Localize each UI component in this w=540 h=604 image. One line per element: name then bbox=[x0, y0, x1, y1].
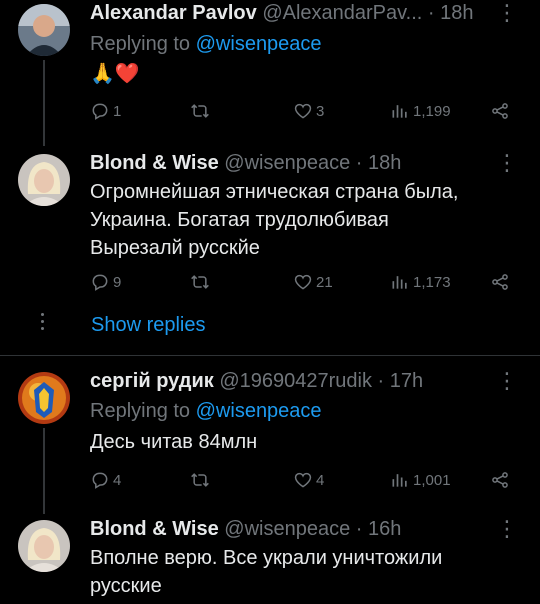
like-count: 3 bbox=[316, 102, 325, 120]
replying-to-link[interactable]: @wisenpeace bbox=[196, 33, 322, 55]
share-button[interactable] bbox=[490, 470, 510, 490]
replying-to: Replying to @wisenpeace bbox=[90, 31, 322, 57]
like-icon bbox=[294, 274, 312, 290]
tweet-1[interactable]: Alexandar Pavlov @AlexandarPav... · 18h … bbox=[0, 0, 540, 146]
replying-label: Replying to bbox=[90, 400, 191, 422]
tweet-header: Blond & Wise @wisenpeace · 18h bbox=[90, 150, 500, 176]
retweet-icon bbox=[191, 104, 209, 118]
reply-icon bbox=[92, 472, 108, 489]
share-button[interactable] bbox=[490, 272, 510, 292]
more-icon[interactable]: ⋮ bbox=[496, 152, 518, 174]
thread-line bbox=[43, 60, 45, 146]
author-name[interactable]: Blond & Wise bbox=[90, 518, 219, 540]
tweet-text-line: Украина. Богатая трудолюбивая bbox=[90, 209, 389, 231]
tweet-text: Огромнейшая этническая страна была, Укра… bbox=[90, 178, 500, 262]
retweet-button[interactable] bbox=[190, 272, 210, 292]
retweet-button[interactable] bbox=[190, 101, 210, 121]
retweet-icon bbox=[191, 275, 209, 289]
like-button[interactable]: 3 bbox=[293, 101, 324, 121]
action-bar: 4 4 1,001 bbox=[90, 470, 526, 496]
tweet-text-line: Вырезалй русскйе bbox=[90, 237, 260, 259]
thread-continuation-dots bbox=[41, 313, 45, 334]
retweet-icon bbox=[191, 473, 209, 487]
retweet-button[interactable] bbox=[190, 470, 210, 490]
timestamp[interactable]: · 16h bbox=[356, 518, 402, 540]
reply-icon bbox=[92, 103, 108, 120]
tweet-text-line: русские bbox=[90, 575, 162, 597]
author-handle[interactable]: @wisenpeace bbox=[224, 518, 350, 540]
tweet-text-line: Огромнейшая этническая страна была, bbox=[90, 181, 459, 203]
author-handle[interactable]: @wisenpeace bbox=[224, 152, 350, 174]
author-name[interactable]: Blond & Wise bbox=[90, 152, 219, 174]
views-count: 1,173 bbox=[413, 273, 451, 291]
tweet-text: 🙏❤️ bbox=[90, 63, 140, 85]
like-icon bbox=[294, 103, 312, 119]
author-handle[interactable]: @19690427rudik bbox=[219, 370, 372, 392]
tweet-header: сергій рудик @19690427rudik · 17h bbox=[90, 368, 500, 394]
avatar[interactable] bbox=[18, 520, 70, 572]
views-icon bbox=[392, 105, 407, 118]
views-count: 1,001 bbox=[413, 471, 451, 489]
like-count: 21 bbox=[316, 273, 333, 291]
replying-to: Replying to @wisenpeace bbox=[90, 398, 322, 424]
tweet-header: Blond & Wise @wisenpeace · 16h bbox=[90, 516, 500, 542]
replying-label: Replying to bbox=[90, 33, 191, 55]
author-name[interactable]: сергій рудик bbox=[90, 370, 214, 392]
like-button[interactable]: 21 bbox=[293, 272, 333, 292]
views-button[interactable]: 1,199 bbox=[390, 101, 451, 121]
show-replies-link[interactable]: Show replies bbox=[91, 314, 206, 337]
tweet-2[interactable]: Blond & Wise @wisenpeace · 18h ⋮ Огромне… bbox=[0, 148, 540, 308]
reply-button[interactable]: 1 bbox=[90, 101, 121, 121]
tweet-header: Alexandar Pavlov @AlexandarPav... · 18h bbox=[90, 0, 500, 26]
views-count: 1,199 bbox=[413, 102, 451, 120]
author-handle[interactable]: @AlexandarPav... bbox=[262, 2, 422, 24]
tweet-4[interactable]: Blond & Wise @wisenpeace · 16h ⋮ Вполне … bbox=[0, 516, 540, 604]
author-name[interactable]: Alexandar Pavlov bbox=[90, 2, 257, 24]
reply-count: 9 bbox=[113, 273, 122, 291]
more-icon[interactable]: ⋮ bbox=[496, 370, 518, 392]
like-button[interactable]: 4 bbox=[293, 470, 324, 490]
like-count: 4 bbox=[316, 471, 325, 489]
more-icon[interactable]: ⋮ bbox=[496, 518, 518, 540]
timestamp[interactable]: · 18h bbox=[356, 152, 402, 174]
share-icon bbox=[492, 274, 508, 290]
reply-count: 1 bbox=[113, 102, 122, 120]
avatar[interactable] bbox=[18, 4, 70, 56]
tweet-text: Десь читав 84млн bbox=[90, 431, 258, 453]
reply-button[interactable]: 9 bbox=[90, 272, 121, 292]
like-icon bbox=[294, 472, 312, 488]
replying-to-link[interactable]: @wisenpeace bbox=[196, 400, 322, 422]
divider bbox=[0, 355, 540, 356]
reply-count: 4 bbox=[113, 471, 122, 489]
views-icon bbox=[392, 276, 407, 289]
timestamp[interactable]: · 17h bbox=[378, 370, 424, 392]
tweet-text-line: Вполне верю. Все украли уничтожили bbox=[90, 547, 443, 569]
tweet-3[interactable]: сергій рудик @19690427rudik · 17h ⋮ Repl… bbox=[0, 368, 540, 514]
tweet-text: Вполне верю. Все украли уничтожили русск… bbox=[90, 544, 500, 600]
more-icon[interactable]: ⋮ bbox=[496, 2, 518, 24]
avatar[interactable] bbox=[18, 372, 70, 424]
share-icon bbox=[492, 472, 508, 488]
reply-button[interactable]: 4 bbox=[90, 470, 121, 490]
views-icon bbox=[392, 474, 407, 487]
share-button[interactable] bbox=[490, 101, 510, 121]
share-icon bbox=[492, 103, 508, 119]
views-button[interactable]: 1,173 bbox=[390, 272, 451, 292]
action-bar: 9 21 1,173 bbox=[90, 272, 526, 298]
avatar[interactable] bbox=[18, 154, 70, 206]
timestamp[interactable]: · 18h bbox=[428, 2, 474, 24]
reply-icon bbox=[92, 274, 108, 291]
action-bar: 1 3 1,199 bbox=[90, 101, 526, 127]
thread-line bbox=[43, 428, 45, 514]
views-button[interactable]: 1,001 bbox=[390, 470, 451, 490]
